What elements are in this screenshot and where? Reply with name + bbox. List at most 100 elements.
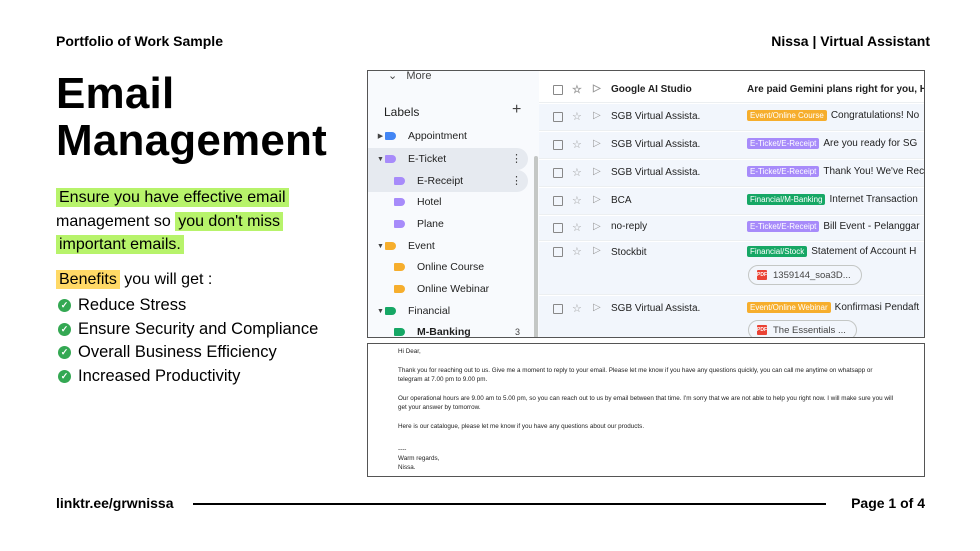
title-line-2: Management bbox=[56, 116, 327, 165]
email-row[interactable]: ☆ ▷ SGB Virtual Assista. E-Ticket/E-Rece… bbox=[539, 160, 925, 187]
benefits-highlight: Benefits bbox=[56, 270, 120, 289]
label-tag-icon bbox=[385, 132, 396, 140]
label-m-banking[interactable]: M-Banking 3 bbox=[368, 321, 528, 338]
benefits-list: ✓ Reduce Stress ✓ Ensure Security and Comp… bbox=[58, 294, 318, 388]
important-marker-icon[interactable]: ▷ bbox=[593, 245, 601, 256]
caret-down-icon[interactable]: ▼ bbox=[376, 243, 385, 250]
star-icon[interactable]: ☆ bbox=[572, 138, 582, 151]
label-name: Financial bbox=[408, 305, 451, 317]
label-name: Online Webinar bbox=[417, 283, 490, 295]
label-name: E-Receipt bbox=[417, 175, 464, 187]
intro-plain: management so bbox=[56, 212, 171, 230]
email-row[interactable]: ☆ ▷ no-reply E-Ticket/E-Receipt Bill Even… bbox=[539, 216, 924, 241]
label-online-course[interactable]: Online Course bbox=[368, 256, 528, 278]
email-subject: Statement of Account H bbox=[811, 246, 917, 257]
label-tag-icon bbox=[394, 285, 405, 293]
label-event[interactable]: ▼ Event bbox=[368, 235, 528, 257]
email-row[interactable]: ☆ ▷ Google AI Studio Are paid Gemini pla… bbox=[539, 77, 924, 103]
check-circle-icon: ✓ bbox=[58, 346, 71, 360]
benefit-text: Ensure Security and Compliance bbox=[78, 319, 319, 338]
label-chip[interactable]: Event/Online Course bbox=[747, 110, 827, 121]
caret-right-icon[interactable]: ▶ bbox=[376, 132, 385, 140]
row-checkbox[interactable] bbox=[553, 196, 563, 206]
attachment-chip[interactable]: PDF 1359144_soa3D... bbox=[748, 265, 862, 285]
label-chip[interactable]: E-Ticket/E-Receipt bbox=[747, 166, 820, 177]
page-number: Page 1 of 4 bbox=[851, 495, 925, 511]
sidebar-more[interactable]: ⌄ More bbox=[388, 71, 431, 82]
label-appointment[interactable]: ▶ Appointment bbox=[368, 125, 528, 147]
label-name: Event bbox=[408, 240, 435, 252]
label-name: E-Ticket bbox=[408, 153, 447, 165]
email-subject-line: Financial/M-Banking Internet Transaction bbox=[747, 194, 924, 205]
email-greeting: Hi Dear, bbox=[398, 348, 421, 355]
important-marker-icon[interactable]: ▷ bbox=[593, 83, 601, 94]
email-row[interactable]: ☆ ▷ SGB Virtual Assista. Event/Online We… bbox=[539, 296, 924, 337]
row-checkbox[interactable] bbox=[553, 140, 563, 150]
check-circle-icon: ✓ bbox=[58, 322, 71, 336]
label-chip[interactable]: E-Ticket/E-Receipt bbox=[747, 138, 820, 149]
footer-link[interactable]: linktr.ee/grwnissa bbox=[56, 495, 174, 511]
label-chip[interactable]: Event/Online Webinar bbox=[747, 302, 831, 313]
page-title: Email Management bbox=[56, 70, 327, 164]
label-plane[interactable]: Plane bbox=[368, 213, 528, 235]
labels-heading: Labels bbox=[384, 105, 420, 119]
label-unread-count: 3 bbox=[514, 327, 520, 337]
star-icon[interactable]: ☆ bbox=[572, 83, 582, 96]
email-sender: SGB Virtual Assista. bbox=[611, 111, 701, 122]
sidebar-scrollbar[interactable] bbox=[534, 156, 538, 337]
label-e-receipt[interactable]: E-Receipt ⋮ bbox=[368, 170, 528, 192]
header-portfolio-label: Portfolio of Work Sample bbox=[56, 33, 223, 49]
label-tag-icon bbox=[394, 263, 405, 271]
gmail-sidebar: ⌄ More Labels + ▶ Appointment ▼ E-Ticket… bbox=[368, 71, 539, 338]
row-checkbox[interactable] bbox=[553, 304, 563, 314]
attachment-chip[interactable]: PDF The Essentials ... bbox=[748, 320, 857, 337]
label-e-ticket[interactable]: ▼ E-Ticket ⋮ bbox=[368, 148, 528, 170]
label-chip[interactable]: Financial/M-Banking bbox=[747, 194, 826, 205]
star-icon[interactable]: ☆ bbox=[572, 221, 582, 234]
email-subject-line: E-Ticket/E-Receipt Are you ready for SG bbox=[747, 138, 924, 149]
benefit-item: ✓ Increased Productivity bbox=[58, 365, 318, 389]
star-icon[interactable]: ☆ bbox=[572, 110, 582, 123]
label-financial[interactable]: ▼ Financial bbox=[368, 300, 528, 322]
row-checkbox[interactable] bbox=[553, 85, 563, 95]
label-online-webinar[interactable]: Online Webinar bbox=[368, 278, 528, 300]
important-marker-icon[interactable]: ▷ bbox=[593, 138, 601, 149]
email-row[interactable]: ☆ ▷ Stockbit Financial/Stock Statement of… bbox=[539, 242, 924, 295]
email-subject-line: E-Ticket/E-Receipt Thank You! We've Rec bbox=[747, 166, 925, 177]
label-hotel[interactable]: Hotel bbox=[368, 191, 528, 213]
row-checkbox[interactable] bbox=[553, 112, 563, 122]
star-icon[interactable]: ☆ bbox=[572, 302, 582, 315]
email-subject-line: Are paid Gemini plans right for you, H bbox=[747, 84, 924, 95]
add-label-plus-icon[interactable]: + bbox=[512, 101, 521, 119]
star-icon[interactable]: ☆ bbox=[572, 245, 582, 258]
caret-down-icon[interactable]: ▼ bbox=[376, 308, 385, 315]
caret-down-icon[interactable]: ▼ bbox=[376, 156, 385, 163]
row-checkbox[interactable] bbox=[553, 168, 563, 178]
star-icon[interactable]: ☆ bbox=[572, 166, 582, 179]
email-row[interactable]: ☆ ▷ BCA Financial/M-Banking Internet Tran… bbox=[539, 188, 924, 215]
intro-highlight-1: Ensure you have effective email bbox=[56, 188, 289, 207]
row-checkbox[interactable] bbox=[553, 223, 563, 233]
email-subject: Congratulations! No bbox=[830, 110, 920, 121]
important-marker-icon[interactable]: ▷ bbox=[593, 166, 601, 177]
important-marker-icon[interactable]: ▷ bbox=[593, 302, 601, 313]
label-chip[interactable]: Financial/Stock bbox=[747, 246, 808, 257]
important-marker-icon[interactable]: ▷ bbox=[593, 221, 601, 232]
email-row[interactable]: ☆ ▷ SGB Virtual Assista. Event/Online Co… bbox=[539, 104, 924, 131]
important-marker-icon[interactable]: ▷ bbox=[593, 110, 601, 121]
email-subject: Thank You! We've Rec bbox=[823, 166, 925, 177]
more-vertical-icon[interactable]: ⋮ bbox=[511, 176, 522, 187]
check-circle-icon: ✓ bbox=[58, 299, 71, 313]
label-chip[interactable]: E-Ticket/E-Receipt bbox=[747, 221, 820, 232]
label-name: M-Banking bbox=[417, 326, 471, 338]
intro-highlight-2: you don't miss bbox=[175, 211, 283, 231]
check-circle-icon: ✓ bbox=[58, 370, 71, 384]
important-marker-icon[interactable]: ▷ bbox=[593, 194, 601, 205]
star-icon[interactable]: ☆ bbox=[572, 194, 582, 207]
pdf-icon: PDF bbox=[757, 270, 767, 280]
email-subject-line: Event/Online Webinar Konfirmasi Pendaft bbox=[747, 302, 924, 313]
row-checkbox[interactable] bbox=[553, 247, 563, 257]
more-vertical-icon[interactable]: ⋮ bbox=[511, 154, 522, 165]
email-row[interactable]: ☆ ▷ SGB Virtual Assista. E-Ticket/E-Rece… bbox=[539, 132, 924, 159]
email-sender: SGB Virtual Assista. bbox=[611, 167, 701, 178]
